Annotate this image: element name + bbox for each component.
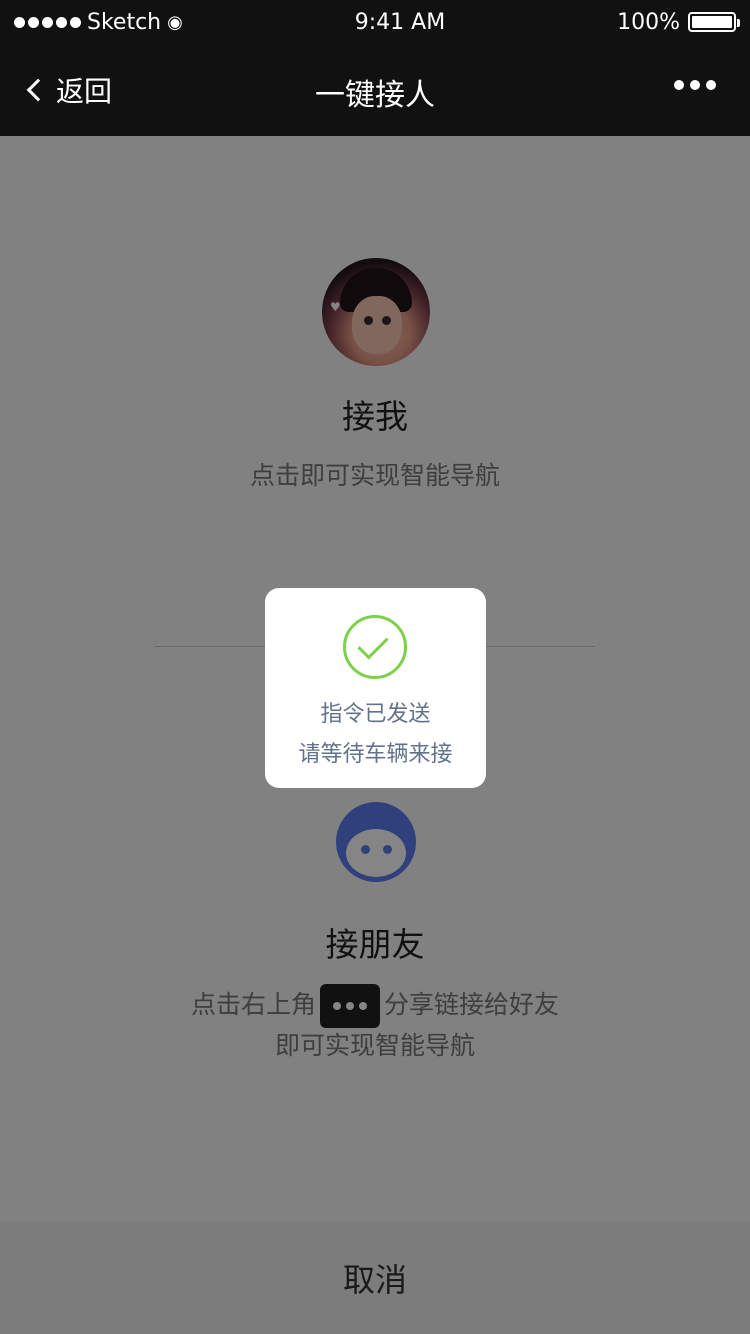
nav-bar: 返回 一键接人 [0,44,750,136]
status-time: 9:41 AM [354,9,446,35]
battery-fill [692,16,732,28]
check-circle-icon [343,615,407,679]
toast-line1: 指令已发送 [320,702,431,727]
toast: 指令已发送 请等待车辆来接 [265,588,486,788]
status-right: 100% [617,9,740,35]
screen: Sketch ◉ 9:41 AM 100% 返回 一键接人 ♥ 接我 点击即可实… [0,0,750,1334]
wifi-icon: ◉ [167,11,183,33]
more-dot [690,80,700,90]
carrier-label: Sketch [87,9,162,35]
check-icon [357,628,389,660]
more-button[interactable] [674,80,716,90]
status-left: Sketch ◉ [14,10,183,35]
more-dot [706,80,716,90]
toast-line2: 请等待车辆来接 [298,742,453,767]
signal-icon [14,16,81,28]
status-bar: Sketch ◉ 9:41 AM 100% [0,0,750,44]
more-dot [674,80,684,90]
battery-icon [688,12,740,32]
page-title: 一键接人 [315,78,435,113]
battery-percent: 100% [617,9,680,35]
